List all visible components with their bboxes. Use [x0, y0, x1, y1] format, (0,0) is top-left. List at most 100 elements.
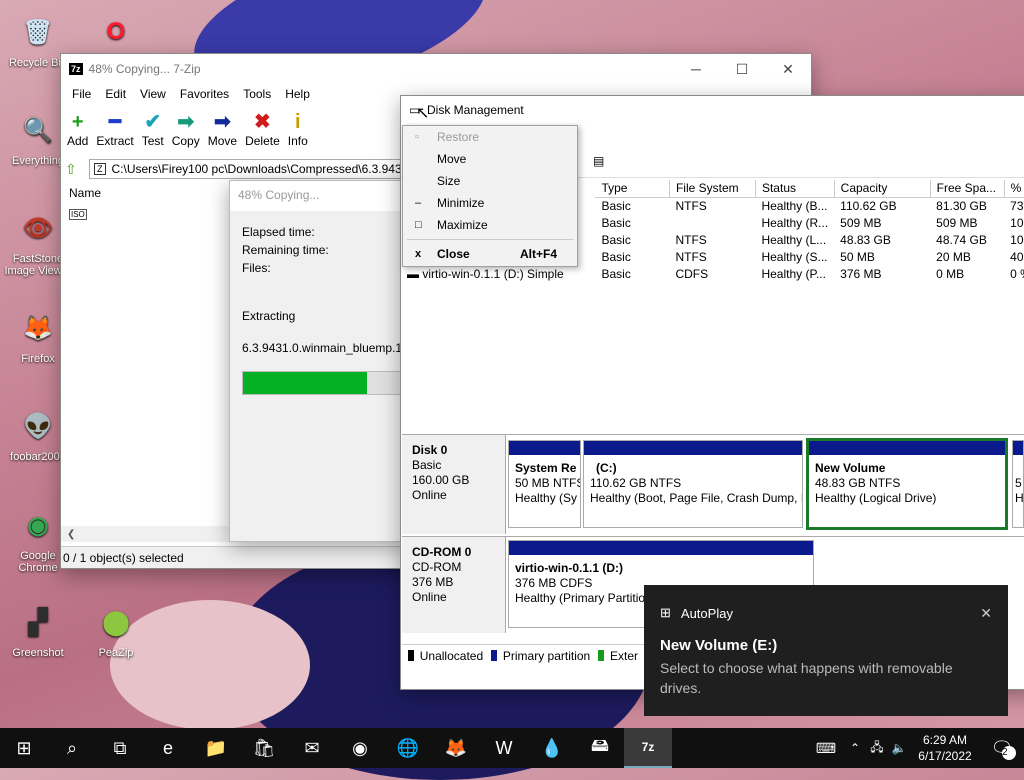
copy-button[interactable]: ➡ Copy: [172, 110, 200, 148]
disk-mgmt-titlebar[interactable]: ▭ Disk Management: [401, 96, 1024, 124]
table-row[interactable]: ▬ virtio-win-0.1.1 (D:) Simple Basic CDFS H…: [401, 265, 1024, 282]
app-icon: ◉: [27, 511, 49, 539]
taskbar-app-icon[interactable]: 🖴: [576, 728, 624, 768]
close-icon[interactable]: ✕: [765, 54, 811, 84]
extract-button[interactable]: ━ Extract: [96, 110, 133, 148]
disk0-label[interactable]: Disk 0 Basic 160.00 GB Online: [402, 435, 506, 534]
cdrom-label[interactable]: CD-ROM 0 CD-ROM 376 MB Online: [402, 537, 506, 633]
context-menu-size[interactable]: Size: [403, 170, 577, 192]
7zip-titlebar[interactable]: 7z 48% Copying... 7-Zip ─ ☐ ✕: [61, 54, 811, 84]
menu-label: Move: [437, 152, 467, 166]
toolbar-view-icon[interactable]: ▤: [593, 154, 604, 168]
taskbar-app-icon[interactable]: 🦊: [432, 728, 480, 768]
table-cell: 48.83 GB: [840, 232, 891, 247]
menu-item-tools[interactable]: Tools: [236, 87, 278, 101]
legend-swatch: [598, 650, 604, 661]
taskbar-app-icon[interactable]: e: [144, 728, 192, 768]
column-header[interactable]: Free Spa...: [930, 180, 1005, 198]
taskbar-app-icon[interactable]: ⧉: [96, 728, 144, 768]
app-icon: 🔍: [23, 116, 53, 144]
copy-progress-dialog[interactable]: 48% Copying... Elapsed time: Remaining t…: [229, 180, 502, 542]
taskbar-app-icon[interactable]: ◉: [336, 728, 384, 768]
info-button[interactable]: i Info: [288, 110, 308, 148]
info-icon: i: [294, 111, 301, 133]
minimize-icon[interactable]: ─: [673, 54, 719, 84]
up-folder-icon[interactable]: ⇧: [65, 161, 89, 178]
taskbar-app-icon[interactable]: 📁: [192, 728, 240, 768]
menu-item-favorites[interactable]: Favorites: [173, 87, 236, 101]
legend-label: Exter: [609, 648, 638, 663]
test-button[interactable]: ✔ Test: [142, 110, 164, 148]
table-cell: Healthy (B...: [761, 198, 828, 213]
taskbar-app-icon[interactable]: 🛍: [240, 728, 288, 768]
disk0-name: Disk 0: [412, 443, 448, 457]
partition-system-reserved[interactable]: System Re 50 MB NTFS Healthy (Sy: [508, 440, 581, 528]
partition-bar: [809, 441, 1005, 455]
move-button[interactable]: ➡ Move: [208, 110, 237, 148]
keyboard-icon[interactable]: ⌨: [808, 728, 844, 768]
disk0-state: Online: [412, 488, 447, 502]
dialog-title: 48% Copying...: [230, 181, 408, 211]
menu-shortcut: Alt+F4: [519, 247, 557, 261]
column-header[interactable]: % F: [1004, 180, 1024, 198]
taskbar-app-icon[interactable]: 7z: [624, 728, 672, 768]
file-list[interactable]: Name ISO ❮: [61, 180, 231, 542]
app-icon: 👁: [22, 214, 54, 242]
clock-date: 6/17/2022: [918, 749, 972, 763]
toolbar-label: Move: [207, 134, 238, 148]
taskbar-app-icon[interactable]: 💧: [528, 728, 576, 768]
menu-item-view[interactable]: View: [133, 87, 173, 101]
partition-bar: [1013, 441, 1023, 455]
close-icon[interactable]: ✕: [980, 605, 992, 622]
horizontal-scrollbar[interactable]: ❮: [61, 526, 231, 542]
context-menu-close[interactable]: x Close Alt+F4: [403, 243, 577, 265]
clock[interactable]: 6:29 AM 6/17/2022: [910, 732, 980, 764]
column-header-name[interactable]: Name: [61, 180, 231, 206]
partition-bar: [509, 441, 580, 455]
context-menu-minimize[interactable]: ‒ Minimize: [403, 192, 577, 214]
autoplay-notification[interactable]: ⊞ AutoPlay ✕ New Volume (E:) Select to c…: [644, 585, 1008, 716]
partition-c[interactable]: (C:) 110.62 GB NTFS Healthy (Boot, Page …: [583, 440, 803, 528]
table-cell: Basic: [601, 249, 631, 264]
menu-item-help[interactable]: Help: [278, 87, 317, 101]
taskbar-app-icon[interactable]: ⌕: [48, 728, 96, 768]
column-header[interactable]: Type: [595, 180, 670, 198]
table-cell: [669, 214, 755, 231]
menu-item-file[interactable]: File: [65, 87, 98, 101]
desktop-icon[interactable]: ▞ Greenshot: [0, 600, 76, 660]
disk-legend: Unallocated Primary partition Exter: [402, 644, 646, 666]
taskbar-app-icon[interactable]: 🌐: [384, 728, 432, 768]
chevron-up-icon[interactable]: ⌃: [844, 728, 866, 768]
app-icon: 👽: [23, 412, 53, 440]
list-item[interactable]: ISO: [61, 206, 231, 220]
taskbar-apps: ⊞ ⌕ ⧉ e 📁 🛍 ✉ ◉ 🌐 🦊 W 💧 🖴 7z: [0, 728, 672, 768]
volume-icon[interactable]: 🔈: [888, 728, 910, 768]
table-cell: NTFS: [675, 232, 707, 247]
partition-extra[interactable]: 5 H: [1012, 440, 1024, 528]
context-menu-restore[interactable]: ▫ Restore: [403, 126, 577, 148]
taskbar-app-icon[interactable]: ⊞: [0, 728, 48, 768]
maximize-icon[interactable]: ☐: [719, 54, 765, 84]
action-label: Extracting: [242, 309, 296, 323]
table-cell: CDFS: [675, 266, 709, 281]
desktop-icon[interactable]: ⬤ PeaZip: [78, 600, 154, 660]
menu-item-edit[interactable]: Edit: [98, 87, 133, 101]
legend-swatch: [408, 650, 414, 661]
mouse-cursor-icon: ↖: [416, 105, 430, 122]
network-icon[interactable]: 🖧: [866, 728, 888, 768]
table-cell: Basic: [601, 266, 631, 281]
taskbar-app-icon[interactable]: ✉: [288, 728, 336, 768]
column-header[interactable]: Status: [755, 180, 835, 198]
context-menu-maximize[interactable]: □ Maximize: [403, 214, 577, 236]
taskbar-app-icon[interactable]: W: [480, 728, 528, 768]
legend-label: Unallocated: [419, 648, 484, 663]
notification-center-icon[interactable]: 🗨 2: [980, 728, 1024, 768]
column-header[interactable]: Capacity: [834, 180, 931, 198]
table-cell: 50 MB: [840, 249, 875, 264]
column-header[interactable]: File System: [669, 180, 756, 198]
context-menu-move[interactable]: Move: [403, 148, 577, 170]
partition-new-volume[interactable]: New Volume 48.83 GB NTFS Healthy (Logica…: [806, 438, 1008, 530]
toolbar-label: Extract: [96, 134, 134, 148]
delete-button[interactable]: ✖ Delete: [245, 110, 280, 148]
add-button[interactable]: + Add: [67, 110, 88, 148]
